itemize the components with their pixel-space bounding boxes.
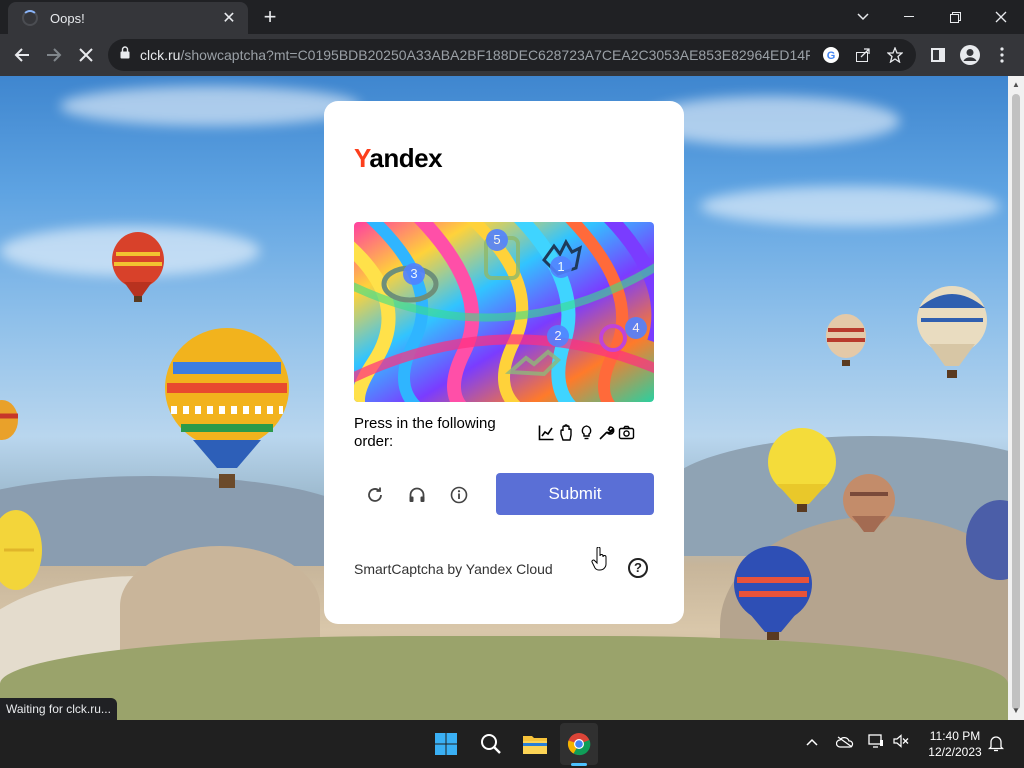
- click-marker-3[interactable]: 3: [403, 263, 425, 285]
- balloon-blue-white: [917, 286, 987, 378]
- valley: [0, 636, 1008, 720]
- system-clock[interactable]: 11:40 PM 12/2/2023: [920, 728, 990, 760]
- refresh-captcha-icon[interactable]: [363, 483, 387, 507]
- browser-toolbar: clck.ru/showcaptcha?mt=C0195BDB20250A33A…: [0, 34, 1024, 76]
- click-marker-1[interactable]: 1: [550, 256, 572, 278]
- balloon-red: [112, 232, 164, 302]
- smartcaptcha-credit[interactable]: SmartCaptcha by Yandex Cloud: [354, 561, 553, 577]
- balloon-yellow-left: [0, 510, 42, 590]
- google-lens-icon[interactable]: G: [820, 44, 842, 66]
- captcha-image[interactable]: 1 2 3 4 5: [354, 222, 654, 402]
- profile-avatar-icon[interactable]: [956, 41, 984, 69]
- file-explorer-icon[interactable]: [519, 728, 551, 760]
- cloud: [700, 186, 1000, 226]
- minimize-button[interactable]: [886, 0, 932, 34]
- stop-loading-button[interactable]: [72, 41, 100, 69]
- balloon-blue-red: [734, 546, 812, 640]
- captcha-instruction: Press in the following order:: [354, 415, 496, 450]
- click-marker-4[interactable]: 4: [625, 317, 647, 339]
- balloon-right-edge: [966, 500, 1008, 580]
- status-bar: Waiting for clck.ru...: [0, 698, 117, 720]
- lock-icon[interactable]: [120, 46, 130, 64]
- windows-start-icon[interactable]: [430, 728, 462, 760]
- close-tab-icon[interactable]: ✕: [220, 8, 238, 28]
- new-tab-button[interactable]: +: [256, 4, 284, 32]
- balloon-yellow: [768, 428, 836, 512]
- scroll-down-arrow-icon[interactable]: ▼: [1008, 704, 1024, 718]
- side-panel-icon[interactable]: [924, 41, 952, 69]
- tab-title: Oops!: [50, 10, 85, 26]
- lightbulb-icon: [577, 423, 595, 441]
- restore-button[interactable]: [932, 0, 978, 34]
- clock-date: 12/2/2023: [928, 745, 982, 759]
- help-icon[interactable]: ?: [628, 558, 648, 578]
- tab-search-icon[interactable]: [840, 0, 886, 34]
- chrome-icon[interactable]: [563, 728, 595, 760]
- clock-time: 11:40 PM: [929, 729, 981, 743]
- scroll-thumb[interactable]: [1012, 94, 1020, 710]
- search-icon[interactable]: [475, 728, 507, 760]
- order-icon-sequence: [537, 423, 635, 441]
- browser-tab[interactable]: Oops! ✕: [8, 2, 248, 34]
- hand-icon: [557, 423, 575, 441]
- captcha-wrench-shape: [505, 349, 561, 377]
- close-window-button[interactable]: [978, 0, 1024, 34]
- share-icon[interactable]: [852, 44, 874, 66]
- scroll-up-arrow-icon[interactable]: ▲: [1008, 78, 1024, 92]
- tray-overflow-chevron-icon[interactable]: [806, 734, 818, 749]
- volume-muted-icon[interactable]: [893, 734, 909, 751]
- captcha-card: Yandex 1 2 3 4 5 Press in the following …: [324, 101, 684, 624]
- notification-bell-icon[interactable]: [987, 734, 1005, 755]
- audio-captcha-icon[interactable]: [405, 483, 429, 507]
- forward-button[interactable]: [40, 41, 68, 69]
- taskbar: 11:40 PM 12/2/2023: [0, 720, 1024, 768]
- cloud: [60, 86, 360, 126]
- wrench-icon: [597, 423, 615, 441]
- submit-button[interactable]: Submit: [496, 473, 654, 515]
- tab-strip: Oops! ✕ +: [0, 0, 1024, 34]
- onedrive-cloud-icon[interactable]: [835, 736, 854, 751]
- bookmark-star-icon[interactable]: [884, 44, 906, 66]
- url-text[interactable]: clck.ru/showcaptcha?mt=C0195BDB20250A33A…: [140, 47, 810, 63]
- chart-icon: [537, 423, 555, 441]
- balloon-striped: [826, 314, 866, 366]
- balloon-brown: [843, 474, 895, 532]
- loading-spinner-icon: [22, 10, 38, 26]
- network-monitor-icon[interactable]: [868, 734, 884, 751]
- balloon-multicolor: [165, 328, 289, 488]
- camera-icon: [617, 423, 635, 441]
- info-icon[interactable]: [447, 483, 471, 507]
- hand-pointer-cursor-icon: [591, 547, 607, 571]
- menu-kebab-icon[interactable]: [988, 41, 1016, 69]
- address-bar[interactable]: clck.ru/showcaptcha?mt=C0195BDB20250A33A…: [108, 39, 916, 71]
- page-scrollbar[interactable]: ▲ ▼: [1008, 76, 1024, 720]
- yandex-logo: Yandex: [354, 143, 443, 173]
- balloon-edge: [0, 400, 18, 440]
- svg-text:G: G: [827, 50, 836, 62]
- back-button[interactable]: [8, 41, 36, 69]
- chrome-active-indicator: [571, 763, 587, 766]
- click-marker-2[interactable]: 2: [547, 325, 569, 347]
- click-marker-5[interactable]: 5: [486, 229, 508, 251]
